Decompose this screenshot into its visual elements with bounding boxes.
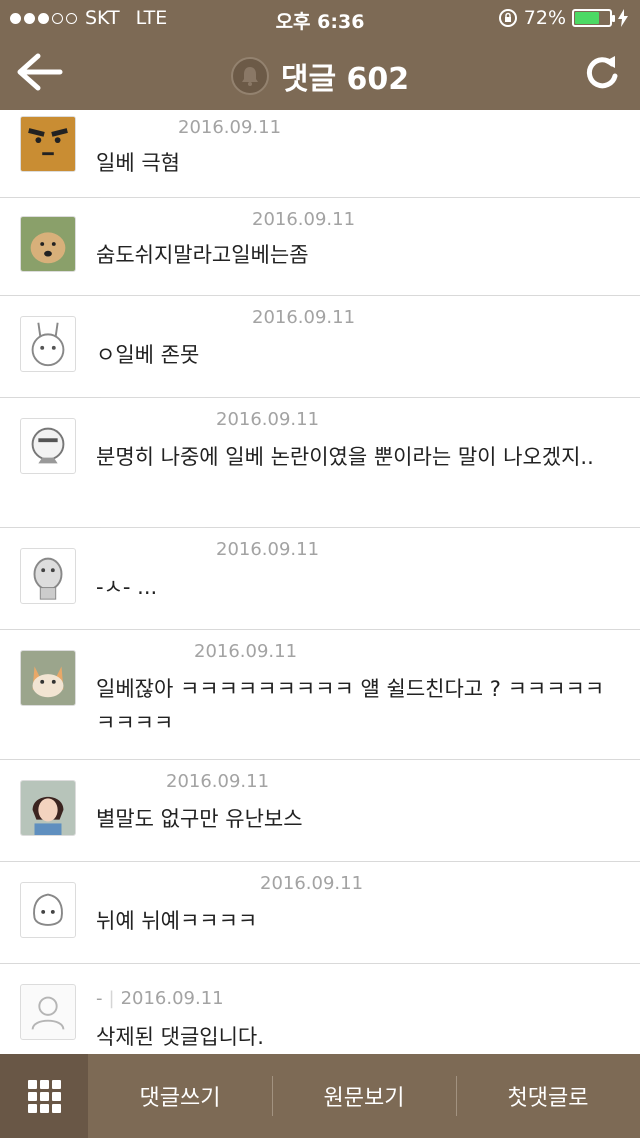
cartoon-man-icon: [31, 427, 65, 464]
comment-item[interactable]: 2016.09.11 별말도 없구만 유난보스: [0, 760, 640, 862]
comment-list[interactable]: 2016.09.11 일베 극혐 2016.09.11 숨도쉬지말라고일베는좀: [0, 110, 640, 1054]
comment-text: 일베잖아 ㅋㅋㅋㅋㅋㅋㅋㅋㅋ 얠 쉴드친다고 ? ㅋㅋㅋㅋㅋㅋㅋㅋㅋ: [96, 677, 605, 735]
nav-bar: 댓글 602: [0, 36, 640, 110]
nickname: [96, 408, 210, 430]
comment-item[interactable]: 2016.09.11 뉘예 뉘예ㅋㅋㅋㅋ: [0, 862, 640, 964]
nickname: [96, 538, 210, 560]
avatar[interactable]: [20, 418, 76, 474]
woman-photo-icon: [21, 781, 75, 835]
comment-date: 2016.09.11: [252, 208, 356, 230]
default-user-icon: [31, 996, 65, 1030]
bottom-bar: 댓글쓰기 원문보기 첫댓글로: [0, 1054, 640, 1138]
avatar[interactable]: [20, 984, 76, 1040]
rotation-lock-icon: [498, 9, 517, 27]
comment-date: 2016.09.11: [216, 408, 320, 430]
avatar[interactable]: [20, 548, 76, 604]
battery-percent: 72%: [523, 7, 566, 29]
nickname: [96, 306, 246, 328]
comment-text: 분명히 나중에 일베 논란이였을 뿐이라는 말이 나오겠지..: [96, 445, 594, 469]
comment-text: -ㅅ- ...: [96, 575, 158, 599]
peach-character-icon: [33, 893, 63, 926]
comment-date: 2016.09.11: [216, 538, 320, 560]
avatar[interactable]: [20, 650, 76, 706]
nickname: [96, 872, 254, 894]
rabbit-character-icon: [31, 322, 65, 367]
comment-text: ㅇ일베 존못: [96, 343, 200, 367]
avatar[interactable]: [20, 316, 76, 372]
comment-text: 일베 극혐: [96, 151, 180, 175]
avatar[interactable]: [20, 780, 76, 836]
battery-icon: [572, 9, 615, 27]
comment-text: 뉘예 뉘예ㅋㅋㅋㅋ: [96, 909, 258, 933]
comment-item[interactable]: 2016.09.11 일베 극혐: [0, 110, 640, 198]
comment-text: 숨도쉬지말라고일베는좀: [96, 243, 309, 267]
avatar[interactable]: [20, 216, 76, 272]
refresh-button[interactable]: [582, 50, 622, 94]
write-comment-button[interactable]: 댓글쓰기: [88, 1054, 272, 1138]
comment-item[interactable]: 2016.09.11 ㅇ일베 존못: [0, 296, 640, 398]
nickname: [96, 640, 188, 662]
cat-photo-icon: [21, 651, 75, 705]
comment-item[interactable]: - | 2016.09.11 삭제된 댓글입니다.: [0, 964, 640, 1054]
avatar[interactable]: [20, 116, 76, 172]
comment-date: 2016.09.11: [194, 640, 298, 662]
comment-item[interactable]: 2016.09.11 -ㅅ- ...: [0, 528, 640, 630]
nickname: [96, 208, 246, 230]
comment-item[interactable]: 2016.09.11 분명히 나중에 일베 논란이였을 뿐이라는 말이 나오겠지…: [0, 398, 640, 528]
comment-date: 2016.09.11: [120, 988, 224, 1009]
grid-icon: [27, 1079, 61, 1113]
notification-button[interactable]: [230, 57, 269, 95]
comment-item[interactable]: 2016.09.11 숨도쉬지말라고일베는좀: [0, 198, 640, 296]
dog-photo-icon: [21, 217, 75, 271]
page-title: 댓글 602: [280, 62, 410, 97]
status-bar: SKT LTE 오후 6:36 72%: [0, 0, 640, 36]
bell-icon: [241, 67, 258, 86]
comment-date: 2016.09.11: [252, 306, 356, 328]
comment-date: 2016.09.11: [260, 872, 364, 894]
charging-icon: [618, 9, 628, 27]
nickname: [96, 770, 160, 792]
comment-date: 2016.09.11: [166, 770, 270, 792]
first-comment-button[interactable]: 첫댓글로: [456, 1054, 640, 1138]
comment-text: 삭제된 댓글입니다.: [96, 1025, 264, 1049]
comment-item[interactable]: 2016.09.11 일베잖아 ㅋㅋㅋㅋㅋㅋㅋㅋㅋ 얠 쉴드친다고 ? ㅋㅋㅋㅋ…: [0, 630, 640, 760]
dog-character-icon: [33, 557, 63, 600]
comment-text: 별말도 없구만 유난보스: [96, 807, 303, 831]
menu-button[interactable]: [0, 1054, 88, 1138]
comment-date: 2016.09.11: [178, 116, 282, 138]
refresh-icon: [586, 56, 618, 89]
top-bar: SKT LTE 오후 6:36 72% 댓글 602: [0, 0, 640, 110]
view-original-button[interactable]: 원문보기: [272, 1054, 456, 1138]
nickname: [96, 116, 172, 138]
nickname: -: [96, 988, 103, 1009]
avatar[interactable]: [20, 882, 76, 938]
cartoon-face-icon: [21, 117, 75, 171]
